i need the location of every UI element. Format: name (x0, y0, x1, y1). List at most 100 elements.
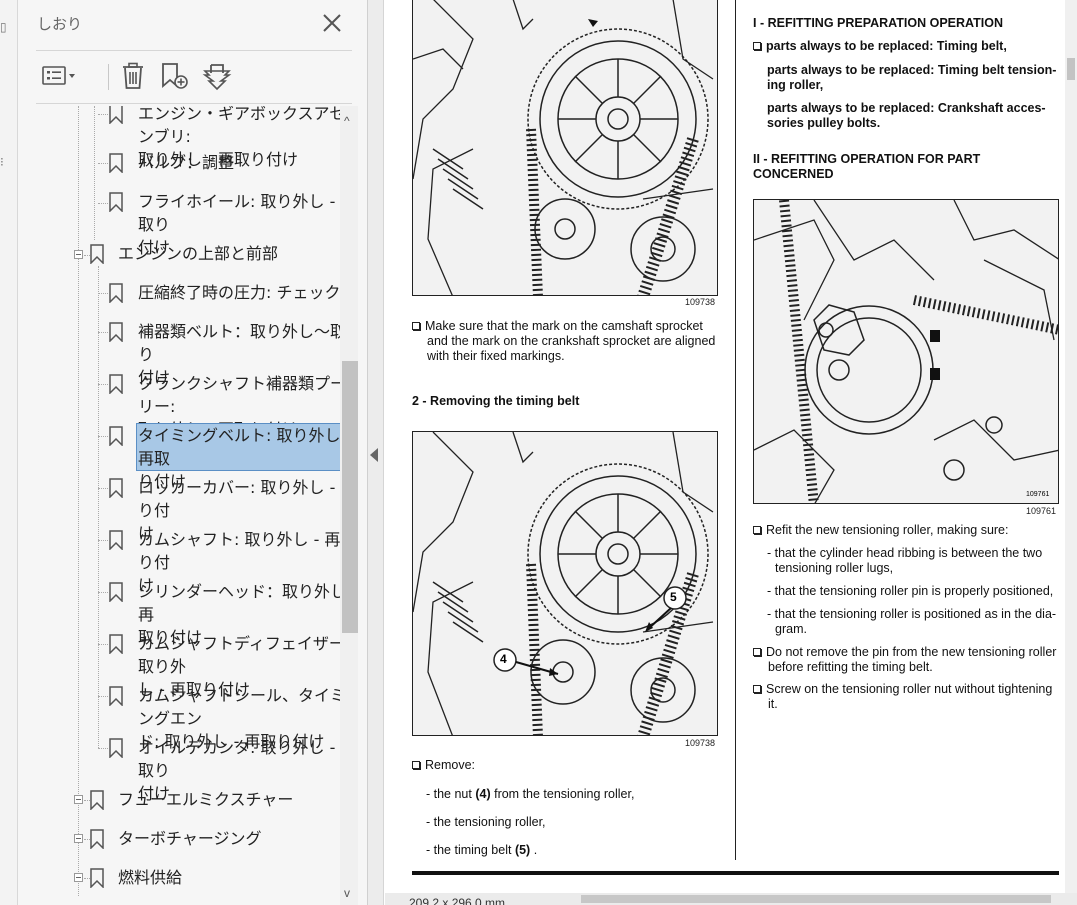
tree-line (94, 106, 95, 240)
tree-line (98, 748, 108, 749)
expand-toggle[interactable] (74, 795, 83, 804)
pdf-viewer-window: ▯ ⁝ しおり エンジン・ギアボックスアセンブリ: 取り外し - 再取り付け バ… (0, 0, 1077, 905)
diagram-removing-timing-belt: 4 5 (412, 431, 718, 736)
instruction-bullet: Screw on the tensioning roller nut witho… (753, 682, 1052, 712)
divider (36, 50, 352, 51)
checkbox-bullet-icon (412, 322, 420, 330)
tree-line (78, 106, 79, 896)
instruction-bullet: Do not remove the pin from the new tensi… (753, 645, 1056, 675)
bookmark-label-line: カムシャフトディフェイザー: 取り外 (138, 634, 342, 676)
nav-icon[interactable]: ▯ (0, 20, 7, 34)
find-current-bookmark-icon (202, 64, 232, 91)
instruction-text: parts always to be replaced: Timing belt… (767, 63, 1057, 77)
delete-bookmark-button[interactable] (118, 58, 148, 94)
page-bottom-rule (412, 871, 1059, 875)
bookmarks-toolbar (36, 58, 356, 96)
close-panel-icon[interactable] (320, 11, 344, 35)
bookmark-item[interactable]: バルブ：調整 (138, 151, 342, 174)
collapse-arrow-icon[interactable] (370, 448, 378, 462)
checkbox-bullet-icon (753, 526, 761, 534)
instruction-item: - that the tensioning roller is position… (767, 607, 1056, 637)
instruction-text: parts always to be replaced: Crankshaft … (767, 101, 1046, 131)
heading-text: II - REFITTING OPERATION FOR PART (753, 152, 981, 166)
instruction-text: Refit the new tensioning roller, making … (766, 523, 1009, 537)
instruction-text: Screw on the tensioning roller nut witho… (766, 682, 1053, 696)
new-bookmark-icon (162, 63, 188, 89)
tensioning-roller-illustration (754, 200, 1058, 503)
section-heading: II - REFITTING OPERATION FOR PART CONCER… (753, 152, 980, 182)
panel-title: しおり (37, 15, 83, 33)
scrollbar-thumb[interactable] (1067, 58, 1075, 80)
figure-number: 109761 (1026, 506, 1057, 516)
bookmark-item[interactable]: 燃料供給 (118, 866, 342, 889)
bookmark-icon (109, 634, 123, 654)
bookmark-icon (109, 426, 123, 446)
instruction-text: - the nut (426, 787, 476, 801)
bookmark-item[interactable]: フューエルミクスチャー (118, 788, 342, 811)
instruction-text: parts always to be replaced: Timing belt… (766, 39, 1007, 53)
tree-line (98, 266, 99, 748)
collapse-panel-handle[interactable] (368, 0, 384, 905)
part-reference: (4) (475, 787, 491, 801)
document-page: 109738 Make sure that the mark on the ca… (385, 0, 1065, 893)
scroll-up-icon[interactable]: ^ (344, 114, 350, 128)
divider (36, 103, 352, 104)
instruction-text: sories pulley bolts. (767, 116, 881, 130)
trash-icon (123, 62, 143, 89)
heading-text: CONCERNED (753, 167, 834, 181)
part-reference: (5) (514, 843, 531, 857)
tree-line (98, 696, 108, 697)
section-heading: 2 - Removing the timing belt (412, 394, 580, 408)
new-bookmark-button[interactable] (158, 58, 192, 94)
bookmark-item[interactable]: ターボチャージング (118, 827, 342, 850)
bookmark-icon (90, 790, 104, 810)
tree-line (98, 293, 108, 294)
checkbox-bullet-icon (412, 761, 420, 769)
instruction-bullet: Refit the new tensioning roller, making … (753, 523, 1009, 538)
expand-toggle[interactable] (74, 250, 83, 259)
bookmark-icon (109, 374, 123, 394)
engine-illustration (413, 0, 717, 295)
instruction-text: it. (768, 697, 778, 711)
bookmark-label-line: フライホイール: 取り外し - 再取り (138, 192, 342, 234)
bookmarks-scrollbar[interactable]: ^ v (340, 106, 358, 905)
bookmark-label-line: カムシャフトシール、タイミングエン (138, 686, 342, 728)
bookmark-label-line: エンジン・ギアボックスアセンブリ: (138, 106, 342, 146)
bookmark-icon (109, 106, 123, 124)
tree-line (98, 540, 108, 541)
bookmark-label-line: ロッカーカバー: 取り外し - 取り付 (138, 478, 342, 520)
bookmark-item[interactable]: 圧縮終了時の圧力: チェック (138, 281, 342, 304)
bookmark-item[interactable]: エンジンの上部と前部 (118, 242, 342, 265)
expand-toggle[interactable] (74, 834, 83, 843)
options-menu-button[interactable] (38, 58, 82, 94)
tree-line (98, 203, 108, 204)
bookmark-icon (109, 192, 123, 212)
instruction-text: Remove: (425, 758, 476, 772)
nav-icon-2[interactable]: ⁝ (0, 155, 4, 169)
figure-number: 109738 (685, 738, 716, 748)
options-menu-icon (42, 66, 75, 85)
bookmark-label-line: シリンダーヘッド：取り外し - 再 (138, 582, 342, 624)
instruction-text: - the timing belt (426, 843, 515, 857)
instruction-item: - the timing belt (5) . (426, 843, 537, 858)
instruction-item: - that the tensioning roller pin is prop… (767, 584, 1054, 598)
expand-toggle[interactable] (74, 873, 83, 882)
scrollbar-thumb[interactable] (342, 361, 358, 633)
bookmark-icon (109, 322, 123, 342)
instruction-text: parts always to be replaced: Timing belt… (767, 63, 1056, 93)
scroll-down-icon[interactable]: v (344, 886, 350, 900)
instruction-text: - that the tensioning roller is position… (767, 607, 1057, 621)
figure-number-inner: 109761 (1026, 491, 1050, 498)
instruction-bullet: Remove: (412, 758, 475, 773)
tree-line (98, 384, 108, 385)
section-heading: I - REFITTING PREPARATION OPERATION (753, 16, 1003, 30)
instruction-text: gram. (775, 622, 807, 636)
instruction-text: Do not remove the pin from the new tensi… (766, 645, 1057, 659)
bookmark-icon (109, 478, 123, 498)
document-vertical-scrollbar[interactable] (1065, 0, 1077, 893)
scrollbar-thumb[interactable] (581, 895, 1051, 903)
diagram-timing-belt-marks (412, 0, 718, 296)
find-current-bookmark-button[interactable] (200, 58, 234, 94)
instruction-text: and the mark on the crankshaft sprocket … (427, 334, 716, 348)
tree-line (98, 332, 108, 333)
